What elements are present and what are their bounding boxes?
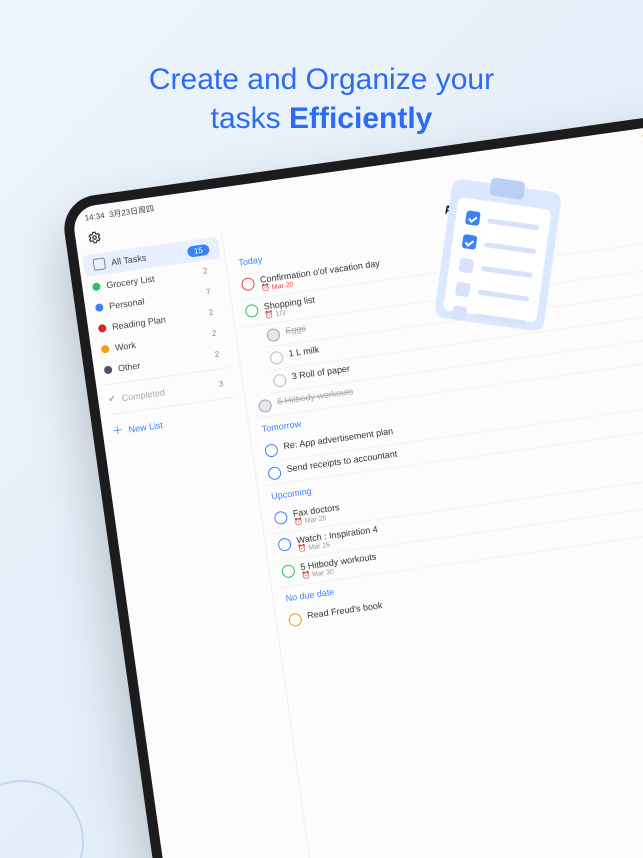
decor-circle xyxy=(0,780,84,858)
task-checkbox[interactable] xyxy=(258,399,273,414)
marketing-headline: Create and Organize your tasks Efficient… xyxy=(0,60,643,138)
task-checkbox[interactable] xyxy=(267,466,282,481)
app-screen: 14:34 3月23日周四 📶 ⚡ 43% 🔋 All Tasks 15 Gro… xyxy=(71,119,643,858)
list-color-dot xyxy=(104,365,113,374)
task-checkbox[interactable] xyxy=(264,443,279,458)
list-color-dot xyxy=(101,344,110,353)
task-checkbox[interactable] xyxy=(272,373,287,388)
plus-icon: ＋ xyxy=(112,426,123,437)
task-checkbox[interactable] xyxy=(281,564,296,579)
list-color-dot xyxy=(95,303,104,312)
list-color-dot xyxy=(92,282,101,291)
task-checkbox[interactable] xyxy=(277,537,292,552)
task-checkbox[interactable] xyxy=(269,351,284,366)
task-checkbox[interactable] xyxy=(266,328,281,343)
task-checkbox[interactable] xyxy=(288,613,303,628)
inbox-icon xyxy=(93,257,107,271)
task-checkbox[interactable] xyxy=(241,277,256,292)
task-checkbox[interactable] xyxy=(274,511,289,526)
clipboard-illustration xyxy=(434,178,562,332)
task-checkbox[interactable] xyxy=(244,304,259,319)
settings-icon[interactable] xyxy=(87,229,103,248)
list-color-dot xyxy=(98,323,107,332)
